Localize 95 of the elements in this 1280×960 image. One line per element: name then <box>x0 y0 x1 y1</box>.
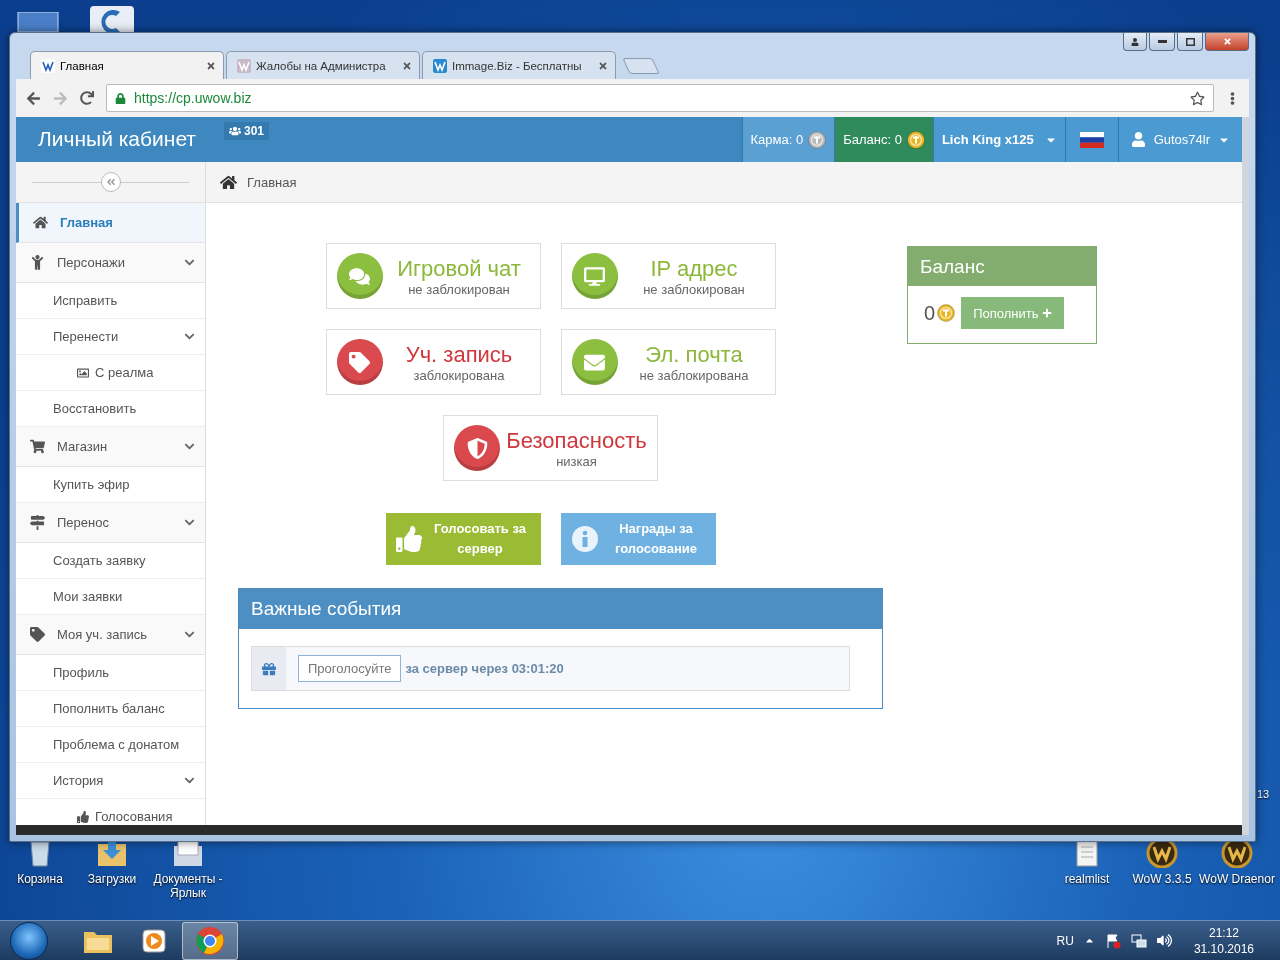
balance-amount: 0 <box>924 301 936 325</box>
start-button[interactable] <box>10 921 48 960</box>
status-text: не заблокирована <box>639 367 749 383</box>
clock[interactable]: 21:12 31.10.2016 <box>1193 924 1254 957</box>
profile-button[interactable] <box>1123 33 1147 51</box>
chat-bubbles-icon <box>336 253 383 299</box>
user-icon <box>1131 37 1139 46</box>
balance-indicator: Баланс: 0 <box>834 117 933 162</box>
back-icon[interactable] <box>26 90 41 106</box>
cart-icon <box>30 439 45 454</box>
thumbs-up-icon <box>395 526 422 552</box>
coin-icon <box>937 304 956 322</box>
url-text: https://cp.uwow.biz <box>134 90 253 106</box>
sidebar-item[interactable]: Персонажи <box>16 243 205 283</box>
thumbs-up-icon <box>77 810 89 823</box>
event-text: за сервер через 03:01:20 <box>405 661 564 676</box>
sidebar-item[interactable]: Перенос <box>16 503 205 543</box>
coin-icon <box>906 130 925 149</box>
status-text: не заблокирован <box>643 281 745 297</box>
panel-title: Баланс <box>908 247 1096 286</box>
chevron-down-icon <box>184 331 195 342</box>
status-title: IP адрес <box>650 255 738 282</box>
online-badge: 301 <box>224 122 270 140</box>
media-player-icon <box>141 927 167 954</box>
site-title[interactable]: Личный кабинет <box>16 117 206 162</box>
browser-tab[interactable]: Жалобы на Администра <box>226 51 420 79</box>
chevron-down-icon <box>184 441 195 452</box>
chevron-down-icon <box>184 775 195 786</box>
double-chevron-left-icon <box>105 177 116 187</box>
signpost-icon <box>30 515 45 530</box>
desktop-text: 13 <box>1257 788 1270 800</box>
site-favicon-icon <box>237 58 251 73</box>
chevron-down-icon <box>184 257 195 268</box>
users-icon <box>229 125 241 137</box>
minimize-icon <box>1157 40 1167 43</box>
status-title: Эл. почта <box>645 341 743 368</box>
sidebar-item[interactable]: Магазин <box>16 427 205 467</box>
envelope-icon <box>571 339 618 385</box>
gift-icon <box>262 661 276 676</box>
star-icon[interactable] <box>1190 90 1205 106</box>
image-icon <box>77 366 89 379</box>
desktop-icon-label[interactable]: realmlist <box>1064 872 1110 886</box>
status-text: не заблокирован <box>408 281 510 297</box>
breadcrumb-link[interactable]: Главная <box>247 174 297 190</box>
status-title: Уч. запись <box>405 341 513 368</box>
figure-icon <box>30 255 45 270</box>
desktop-icon-label[interactable]: Загрузки <box>87 872 137 886</box>
minimize-button[interactable] <box>1149 33 1175 51</box>
network-icon[interactable] <box>1130 932 1147 949</box>
status-text: заблокирована <box>413 367 505 383</box>
sidebar-item[interactable]: Моя уч. запись <box>16 615 205 655</box>
home-icon <box>220 173 237 191</box>
reload-icon[interactable] <box>80 91 94 105</box>
desktop-icon-label[interactable]: Корзина <box>17 872 63 886</box>
shield-icon <box>454 425 500 471</box>
tag-icon <box>336 339 383 385</box>
monitor-icon <box>571 253 618 299</box>
language-button[interactable] <box>1064 117 1118 162</box>
desktop-icon-label[interactable]: WoW Draenor <box>1199 872 1275 886</box>
language-indicator[interactable]: RU <box>1056 933 1074 948</box>
desktop-icon-label[interactable]: Документы - Ярлык <box>148 872 228 900</box>
close-icon[interactable] <box>598 60 608 71</box>
maximize-icon <box>1185 37 1195 46</box>
chrome-logo-icon <box>195 925 225 956</box>
flag-icon <box>1079 131 1104 148</box>
flag-icon[interactable] <box>1104 932 1121 949</box>
vote-link-button[interactable]: Проголосуйте <box>298 655 402 682</box>
plus-icon <box>1042 308 1053 318</box>
site-favicon-icon <box>433 58 447 73</box>
maximize-button[interactable] <box>1177 33 1203 51</box>
tag-icon <box>30 627 45 642</box>
karma-coin-icon <box>808 130 827 149</box>
panel-title: Важные события <box>239 589 882 629</box>
horizontal-scrollbar[interactable] <box>16 825 1242 835</box>
info-icon <box>570 525 599 553</box>
chevron-down-icon <box>184 517 195 528</box>
karma-indicator: Карма: 0 <box>741 117 835 162</box>
user-icon <box>1130 132 1146 147</box>
browser-tab[interactable]: Immage.Biz - Бесплатны <box>422 51 616 79</box>
chevron-down-icon <box>184 629 195 640</box>
status-title: Безопасность <box>506 427 647 454</box>
desktop-icon-label[interactable]: WoW 3.3.5 <box>1132 872 1192 886</box>
browser-tab[interactable]: Главная <box>30 51 224 79</box>
close-icon[interactable] <box>206 60 216 71</box>
home-icon <box>33 215 48 230</box>
address-bar[interactable]: https://cp.uwow.biz <box>106 84 1214 112</box>
close-icon[interactable] <box>402 60 412 71</box>
site-favicon-icon <box>41 58 55 73</box>
sidebar-item[interactable]: Главная <box>16 203 205 243</box>
status-text: низкая <box>556 453 597 469</box>
lock-icon <box>115 92 126 104</box>
close-button[interactable] <box>1205 33 1249 51</box>
volume-icon[interactable] <box>1156 933 1172 948</box>
close-icon <box>1222 37 1232 46</box>
status-title: Игровой чат <box>397 255 521 282</box>
